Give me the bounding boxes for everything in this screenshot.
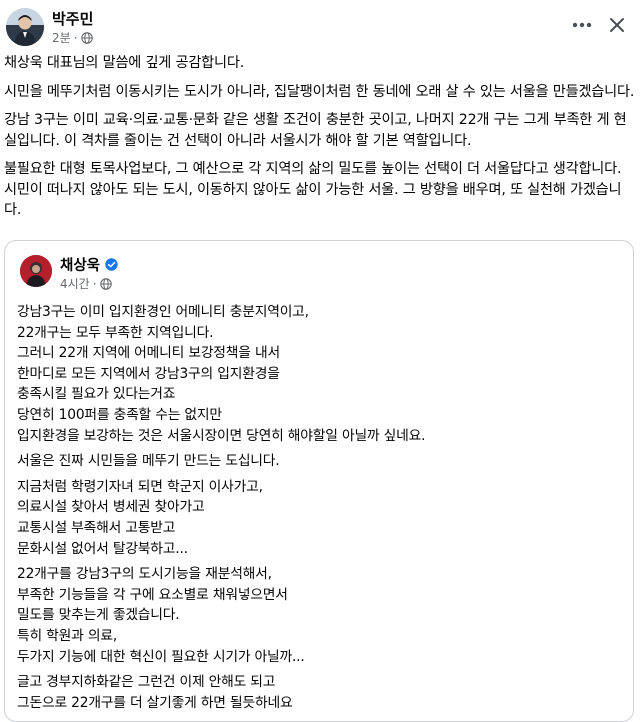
shared-author-avatar[interactable] [20, 255, 52, 287]
shared-paragraph: 글고 경부지하화같은 그런건 이제 안해도 되고 그돈으로 22개구를 더 살기… [17, 674, 293, 711]
shared-post-meta: 4시간 · [60, 275, 112, 292]
shared-author-name[interactable]: 채상욱 [60, 254, 100, 275]
shared-paragraph: 서울은 진짜 시민들을 메뚜기 만드는 도십니다. [17, 453, 280, 470]
close-icon [610, 18, 624, 32]
shared-post-time[interactable]: 4시간 [60, 275, 90, 292]
author-name[interactable]: 박주민 [52, 8, 93, 29]
post-paragraph: 불필요한 대형 토목사업보다, 그 예산으로 각 지역의 삶의 밀도를 높이는 … [4, 161, 622, 218]
shared-post-card[interactable]: 채상욱 4시간 · 강남3구는 이미 입지환경인 어메니티 충분지역이고, 22… [4, 240, 634, 722]
close-button[interactable] [603, 11, 631, 39]
post-header: 박주민 2분 · [0, 0, 640, 52]
post-body: 채상욱 대표님의 말씀에 깊게 공감합니다. 시민을 메뚜기처럼 이동시키는 도… [4, 53, 636, 229]
verified-badge-icon [105, 258, 118, 271]
author-avatar-image [6, 8, 44, 46]
shared-paragraph: 강남3구는 이미 입지환경인 어메니티 충분지역이고, 22개구는 모두 부족한… [17, 304, 426, 444]
more-horizontal-icon [572, 22, 592, 28]
post-paragraph: 채상욱 대표님의 말씀에 깊게 공감합니다. [4, 55, 245, 71]
globe-icon[interactable] [80, 31, 93, 44]
shared-post-body: 강남3구는 이미 입지환경인 어메니티 충분지역이고, 22개구는 모두 부족한… [17, 302, 625, 718]
meta-separator: · [73, 30, 78, 45]
more-options-button[interactable] [568, 11, 596, 39]
post-paragraph: 시민을 메뚜기처럼 이동시키는 도시가 아니라, 집달팽이처럼 한 동네에 오래… [4, 83, 635, 100]
shared-paragraph: 지금처럼 학령기자녀 되면 학군지 이사가고, 의료시설 찾아서 병세권 찾아가… [17, 478, 263, 557]
post-paragraph: 강남 3구는 이미 교육·의료·교통·문화 같은 생활 조건이 충분한 곳이고,… [4, 112, 627, 149]
post-meta: 2분 · [52, 29, 93, 46]
shared-avatar-image [20, 255, 52, 287]
meta-separator: · [92, 276, 97, 291]
author-avatar[interactable] [6, 8, 44, 46]
globe-icon[interactable] [99, 277, 112, 290]
shared-author-row: 채상욱 [60, 254, 118, 275]
shared-paragraph: 22개구를 강남3구의 도시기능을 재분석해서, 부족한 기능들을 각 구에 요… [17, 566, 305, 665]
post-time[interactable]: 2분 [52, 29, 71, 46]
